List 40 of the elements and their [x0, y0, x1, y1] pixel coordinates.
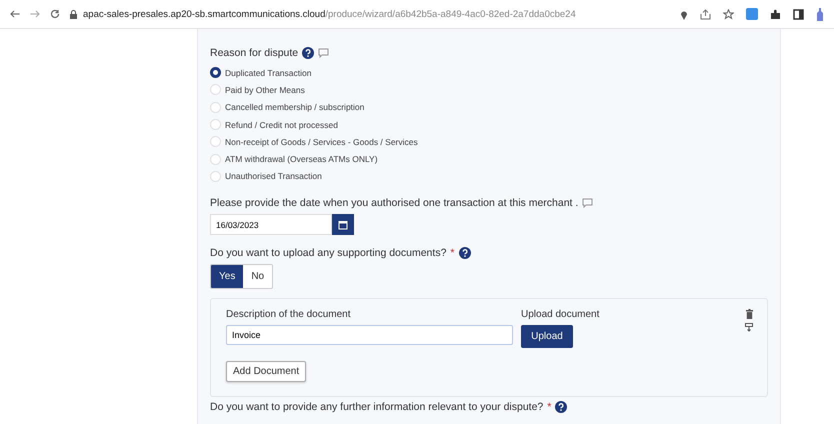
option-label[interactable]: Paid by Other Means	[225, 84, 305, 95]
field-label: Upload document	[521, 309, 600, 320]
comment-icon[interactable]	[582, 198, 594, 208]
help-icon[interactable]	[458, 247, 470, 260]
trash-icon[interactable]	[746, 309, 752, 320]
date-field[interactable]: 16/03/2023	[210, 214, 332, 236]
upload-button[interactable]: Upload	[521, 325, 573, 348]
star-icon[interactable]	[723, 8, 734, 20]
move-down-icon[interactable]	[745, 323, 753, 332]
toggle-button[interactable]: No	[243, 265, 272, 288]
option-label[interactable]: Unauthorised Transaction	[225, 171, 322, 182]
option-label[interactable]: Cancelled membership / subscription	[225, 102, 364, 112]
sidebar-icon[interactable]	[793, 8, 804, 20]
field-label: Reason for dispute	[210, 47, 298, 59]
reload-icon[interactable]	[50, 9, 60, 19]
option-label[interactable]: ATM withdrawal (Overseas ATMs ONLY)	[225, 154, 378, 164]
help-icon[interactable]	[555, 401, 568, 414]
bottle-icon[interactable]	[816, 8, 824, 20]
field-label: Please provide the date when you authorised one transaction at this merchant .	[210, 197, 578, 210]
option-label[interactable]: Duplicated Transaction	[225, 68, 312, 78]
help-icon[interactable]	[302, 47, 314, 59]
location-icon[interactable]	[680, 8, 688, 20]
toggle-button[interactable]: Yes	[211, 265, 244, 288]
field-label: Do you want to upload any supporting documents?	[210, 247, 446, 260]
add-document-button[interactable]: Add Document	[226, 361, 306, 382]
field-label: Description of the document	[226, 309, 352, 320]
description-field[interactable]: Invoice	[226, 325, 513, 346]
option-label[interactable]: Refund / Credit not processed	[225, 120, 338, 130]
back-icon[interactable]	[10, 10, 20, 18]
field-label: Do you want to provide any further information relevant to your dispute?	[210, 401, 544, 414]
comment-icon[interactable]	[318, 48, 330, 58]
required-mark: *	[450, 247, 454, 260]
lock-icon[interactable]	[70, 10, 77, 18]
share-icon[interactable]	[700, 8, 711, 20]
option-label[interactable]: Non-receipt of Goods / Services - Goods / Services	[225, 136, 418, 147]
radio-button[interactable]	[210, 67, 221, 78]
url-text[interactable]: apac-sales-presales.ap20-sb.smartcommunications.cloud/produce/wizard/a6b42b5a-a849-4ac0-82ed-2a7dda0cbe24	[83, 8, 576, 20]
required-mark: *	[547, 401, 552, 414]
calendar-button[interactable]	[332, 214, 354, 236]
calendar-icon	[338, 220, 348, 230]
